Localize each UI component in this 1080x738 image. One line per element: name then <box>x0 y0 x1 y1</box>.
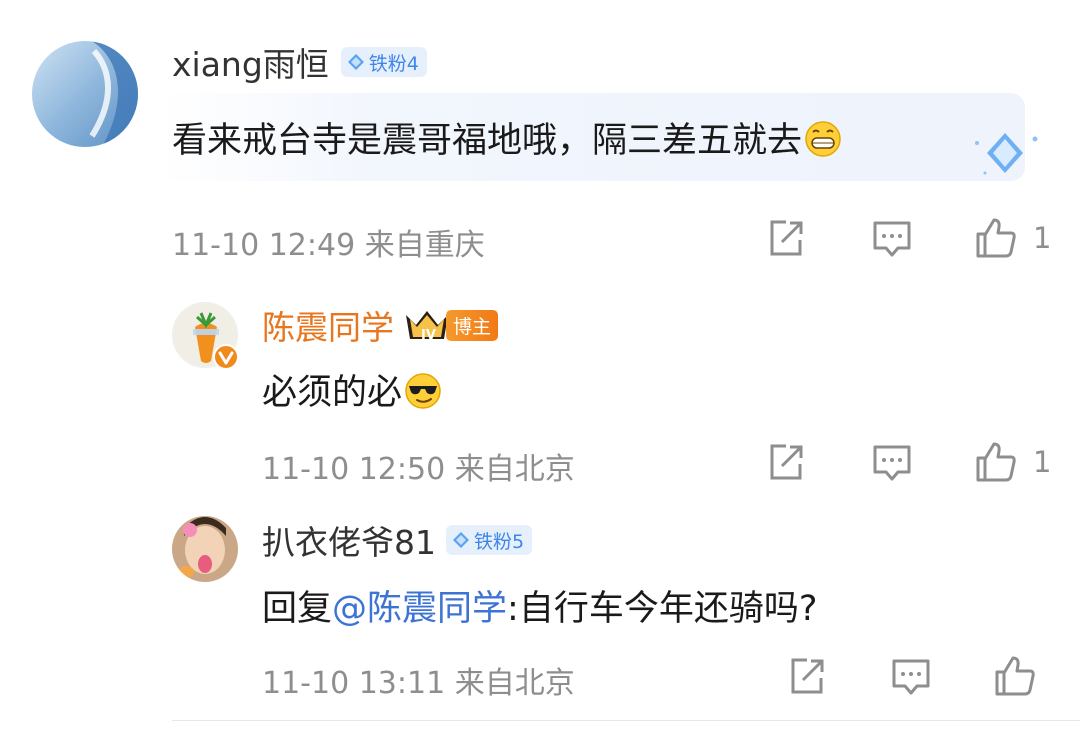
comment-3-text: 回复@陈震同学:自行车今年还骑吗? <box>262 580 817 631</box>
comment-2-text: 必须的必 <box>262 364 442 415</box>
like-count: 1 <box>1033 445 1052 479</box>
role-badge: 博主 <box>446 309 499 341</box>
comment-text: :自行车今年还骑吗? <box>507 589 818 629</box>
comment-text: 看来戒台寺是震哥福地哦，隔三差五就去 <box>172 121 803 161</box>
like-button[interactable] <box>993 654 1037 698</box>
like-button[interactable] <box>974 440 1018 484</box>
comment-3-meta: 11-10 13:11 来自北京 <box>262 658 575 702</box>
comment-button[interactable] <box>870 440 914 484</box>
comment-2-header: 陈震同学 IV 博主 <box>262 301 499 349</box>
comment-2-meta: 11-10 12:50 来自北京 <box>262 444 575 488</box>
like-icon <box>995 656 1035 696</box>
diamond-decoration-icon <box>975 133 1038 175</box>
avatar-xiang[interactable] <box>32 41 138 147</box>
sunglasses-emoji <box>405 373 441 409</box>
fan-badge[interactable]: 铁粉4 <box>340 47 427 77</box>
share-button[interactable] <box>764 440 808 484</box>
comment-text: 必须的必 <box>262 373 403 413</box>
share-button[interactable] <box>764 216 808 260</box>
comment-button[interactable] <box>889 654 933 698</box>
crown-badge[interactable]: IV 博主 <box>404 307 499 343</box>
grin-emoji <box>805 121 841 157</box>
like-icon <box>976 442 1016 482</box>
share-icon <box>770 444 803 480</box>
timestamp: 11-10 12:50 <box>262 452 446 487</box>
like-button[interactable] <box>974 216 1018 260</box>
comment-button[interactable] <box>870 216 914 260</box>
username[interactable]: 陈震同学 <box>262 301 394 349</box>
comment-icon <box>873 445 911 481</box>
diamond-icon <box>453 532 469 548</box>
timestamp: 11-10 13:11 <box>262 666 446 701</box>
like-icon <box>976 218 1016 258</box>
rank-badge-label: IV <box>421 328 436 343</box>
location: 来自北京 <box>454 452 575 487</box>
comment-1-meta: 11-10 12:49 来自重庆 <box>172 220 485 264</box>
share-icon <box>770 220 803 256</box>
mention-link[interactable]: @陈震同学 <box>332 589 507 629</box>
comment-icon <box>873 221 911 257</box>
comment-3-header: 扒衣佬爷81 铁粉5 <box>262 516 533 564</box>
username[interactable]: xiang雨恒 <box>172 38 329 86</box>
verified-icon <box>213 344 239 370</box>
location: 来自重庆 <box>364 228 485 263</box>
fan-badge[interactable]: 铁粉5 <box>446 525 533 555</box>
diamond-icon <box>347 54 364 70</box>
username[interactable]: 扒衣佬爷81 <box>262 516 436 564</box>
comment-icon <box>892 659 930 695</box>
crown-icon: IV <box>406 311 448 343</box>
fan-badge-label: 铁粉5 <box>474 530 525 553</box>
reply-prefix: 回复 <box>262 589 333 629</box>
avatar-bayi[interactable] <box>172 516 238 582</box>
share-icon <box>791 658 824 694</box>
comment-1-header: xiang雨恒 铁粉4 <box>172 38 427 86</box>
timestamp: 11-10 12:49 <box>172 228 356 263</box>
fan-badge-label: 铁粉4 <box>368 52 419 75</box>
divider <box>172 720 1080 721</box>
like-count: 1 <box>1033 221 1052 255</box>
comment-1-text: 看来戒台寺是震哥福地哦，隔三差五就去 <box>172 112 842 163</box>
share-button[interactable] <box>785 654 829 698</box>
location: 来自北京 <box>454 666 575 701</box>
